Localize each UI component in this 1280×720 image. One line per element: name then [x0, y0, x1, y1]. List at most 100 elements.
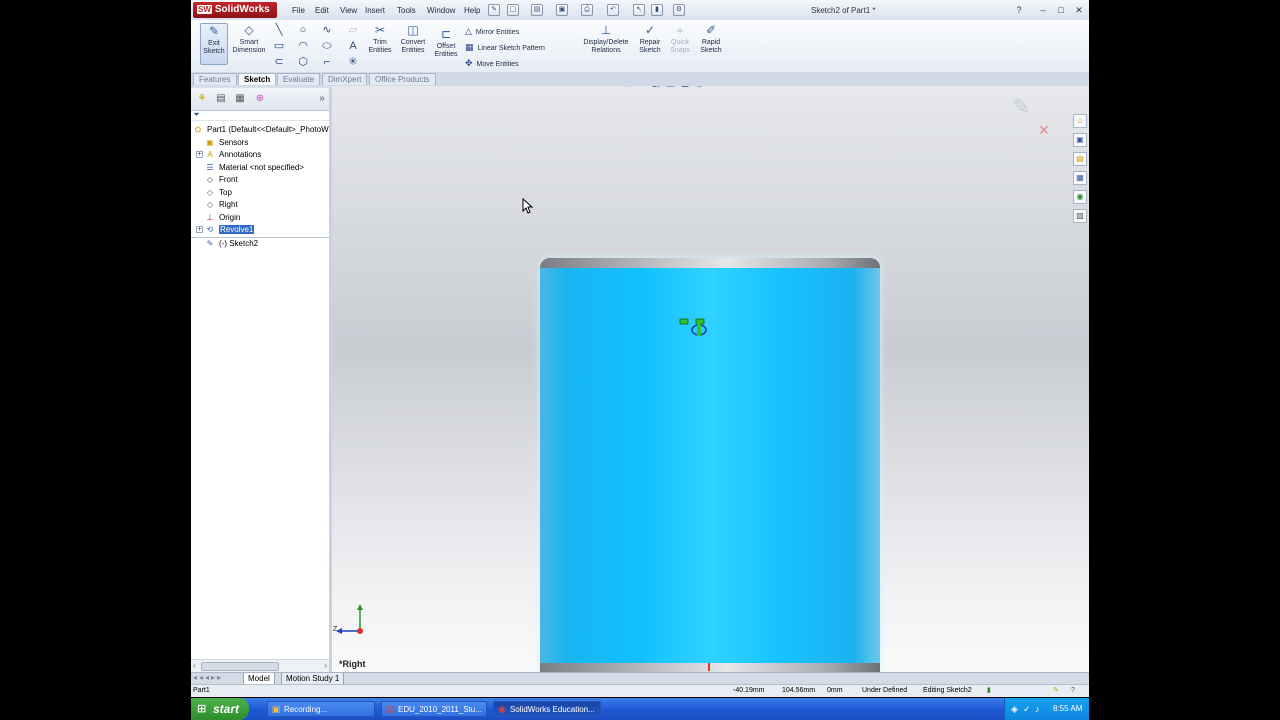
menu-insert[interactable]: Insert	[365, 6, 385, 15]
cancel-sketch-icon[interactable]: ✕	[1038, 122, 1050, 139]
expand-icon[interactable]: +	[196, 151, 203, 159]
tree-item-revolve1[interactable]: + ⟲ Revolve1	[196, 224, 255, 236]
custom-properties-icon[interactable]: ▧	[1073, 209, 1087, 223]
print-icon[interactable]: ⎙	[581, 4, 593, 16]
section-view-icon[interactable]: ◧	[652, 86, 667, 88]
tree-item-front[interactable]: ◇ Front	[205, 174, 238, 186]
select-icon[interactable]: ↖	[633, 4, 645, 16]
new-document-icon[interactable]: ▢	[507, 4, 519, 16]
tab-scroll-arrows-icon[interactable]: ◂◂◂▸▸	[193, 673, 223, 682]
graphics-area[interactable]: ⊕⊞↶◧◩◪◎●◐ – ▭ ✕ ⌂ ▣ ▤ ▦ ◉ ▧ ✎ ✕	[332, 86, 1089, 672]
help-icon[interactable]: ?	[1071, 685, 1075, 697]
help-question-icon[interactable]: ?	[1013, 4, 1025, 16]
menu-edit[interactable]: Edit	[315, 6, 329, 15]
start-button[interactable]: ⊞ start	[191, 698, 249, 720]
tree-item-annotations[interactable]: + A Annotations	[196, 149, 261, 161]
tab-features[interactable]: Features	[193, 73, 237, 85]
tab-office-products[interactable]: Office Products	[369, 73, 436, 85]
smart-dimension-button[interactable]: ◇ Smart Dimension	[229, 23, 269, 55]
dimxpert-manager-tab-icon[interactable]: ⊕	[253, 92, 267, 106]
design-library-icon[interactable]: ▣	[1073, 133, 1087, 147]
confirmation-corner[interactable]: ✎ ✕	[1012, 94, 1050, 138]
display-delete-relations-button[interactable]: ⊥ Display/Delete Relations	[583, 23, 629, 55]
property-manager-tab-icon[interactable]: ▤	[214, 92, 228, 106]
file-explorer-icon[interactable]: ▤	[1073, 152, 1087, 166]
tree-root[interactable]: ⛭ Part1 (Default<<Default>_PhotoW	[193, 124, 329, 136]
rebuild-status-icon[interactable]: ▮	[987, 685, 991, 697]
convert-entities-button[interactable]: ◫ Convert Entities	[397, 23, 429, 55]
circle-tool-icon[interactable]: ○	[297, 24, 309, 36]
menu-window[interactable]: Window	[427, 6, 455, 15]
volume-icon[interactable]: ♪	[1035, 698, 1040, 720]
point-tool-icon[interactable]: ✳	[347, 56, 359, 68]
tree-item-material[interactable]: ☰ Material <not specified>	[205, 162, 304, 174]
fillet-tool-icon[interactable]: ⌐	[321, 56, 333, 68]
polygon-tool-icon[interactable]: ⬡	[297, 56, 309, 68]
maximize-button[interactable]: □	[1055, 4, 1067, 16]
tree-item-origin[interactable]: ⊥ Origin	[205, 212, 241, 224]
slot-tool-icon[interactable]: ⊂	[273, 56, 285, 68]
exit-sketch-corner-icon[interactable]: ✎	[1012, 94, 1030, 120]
zoom-to-fit-icon[interactable]: ⊕	[611, 86, 625, 88]
appearances-icon[interactable]: ◉	[1073, 190, 1087, 204]
close-button[interactable]: ✕	[1073, 4, 1085, 16]
solidworks-resources-icon[interactable]: ⌂	[1073, 114, 1087, 128]
scroll-right-icon[interactable]: ›	[324, 660, 327, 671]
display-style-icon[interactable]: ◪	[681, 86, 696, 88]
network-icon[interactable]: ◈	[1011, 698, 1018, 720]
expand-icon[interactable]: +	[196, 226, 203, 234]
view-palette-icon[interactable]: ▦	[1073, 171, 1087, 185]
taskbar-item-recording[interactable]: ▣ Recording...	[267, 701, 375, 717]
hide-show-icon[interactable]: ◎	[695, 86, 709, 88]
tab-evaluate[interactable]: Evaluate	[277, 73, 321, 85]
quick-snaps-button[interactable]: ⌖ Quick Snaps	[667, 23, 693, 55]
rebuild-pencil-icon[interactable]: ✎	[1053, 685, 1059, 697]
scene-icon[interactable]: ◐	[720, 86, 731, 88]
repair-sketch-button[interactable]: ✓ Repair Sketch	[637, 23, 663, 55]
zoom-area-icon[interactable]: ⊞	[625, 86, 639, 88]
tab-dimxpert[interactable]: DimXpert	[322, 73, 368, 85]
view-orientation-icon[interactable]: ◩	[666, 86, 681, 88]
menu-help[interactable]: Help	[464, 6, 480, 15]
revolved-part-body[interactable]	[540, 258, 880, 672]
line-tool-icon[interactable]: ╲	[273, 24, 285, 36]
offset-entities-button[interactable]: ⊏ Offset Entities	[432, 27, 460, 59]
move-entities-button[interactable]: ✥ Move Entities	[465, 58, 519, 69]
horizontal-scrollbar[interactable]: ‹ ›	[191, 659, 329, 672]
viewport-minimize-icon[interactable]: – ▭ ✕	[1058, 86, 1081, 87]
save-icon[interactable]: ▣	[556, 4, 568, 16]
configuration-manager-tab-icon[interactable]: ▦	[233, 92, 247, 106]
arc-tool-icon[interactable]: ◠	[297, 40, 309, 52]
menu-file[interactable]: File	[292, 6, 305, 15]
exit-sketch-button[interactable]: ✎ Exit Sketch	[200, 23, 228, 65]
expand-panel-icon[interactable]: »	[315, 92, 329, 106]
previous-view-icon[interactable]: ↶	[638, 86, 652, 88]
appearance-icon[interactable]: ●	[709, 86, 720, 88]
rebuild-icon[interactable]: ▮	[651, 4, 663, 16]
app-logo[interactable]: SW SolidWorks	[193, 2, 277, 18]
tab-sketch[interactable]: Sketch	[238, 73, 277, 85]
linear-sketch-pattern-button[interactable]: ▦ Linear Sketch Pattern	[465, 42, 545, 53]
menu-view[interactable]: View	[340, 6, 357, 15]
rectangle-tool-icon[interactable]: ▭	[273, 40, 285, 52]
mirror-entities-button[interactable]: △ Mirror Entities	[465, 26, 519, 37]
security-icon[interactable]: ✓	[1023, 698, 1031, 720]
taskbar-item-solidworks[interactable]: ◉ SolidWorks Education...	[493, 701, 601, 717]
ellipse-tool-icon[interactable]: ⬭	[321, 40, 333, 52]
sketch-point-with-relations[interactable]	[679, 318, 709, 338]
tree-item-top[interactable]: ◇ Top	[205, 187, 232, 199]
rapid-sketch-button[interactable]: ✐ Rapid Sketch	[697, 23, 725, 55]
scroll-left-icon[interactable]: ‹	[193, 660, 196, 671]
undo-icon[interactable]: ↶	[607, 4, 619, 16]
plane-tool-icon[interactable]: ▱	[347, 24, 359, 36]
open-folder-icon[interactable]: ▤	[531, 4, 543, 16]
tree-item-right[interactable]: ◇ Right	[205, 199, 238, 211]
options-icon[interactable]: ⚙	[673, 4, 685, 16]
filter-icon[interactable]: ⏷	[191, 110, 329, 121]
tree-item-sketch2[interactable]: ✎ (-) Sketch2	[205, 238, 258, 250]
minimize-button[interactable]: –	[1037, 4, 1049, 16]
feature-manager-tab-icon[interactable]: ⚘	[195, 92, 209, 106]
taskbar-item-pdf[interactable]: ▤ EDU_2010_2011_Stu...	[381, 701, 487, 717]
spline-tool-icon[interactable]: ∿	[321, 24, 333, 36]
pin-icon[interactable]: ✎	[488, 4, 500, 16]
